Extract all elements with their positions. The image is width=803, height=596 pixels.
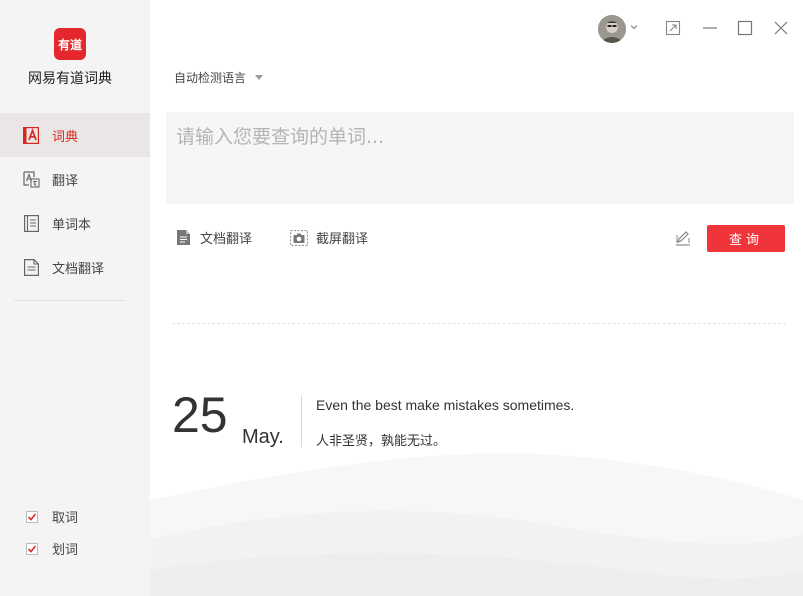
handwriting-icon[interactable] — [674, 229, 692, 247]
content-divider — [172, 323, 786, 324]
select-word-label: 划词 — [52, 543, 79, 558]
sidebar-item-document-translate[interactable]: 文档翻译 — [0, 245, 150, 289]
app-logo: 有道 — [54, 28, 86, 60]
camera-icon — [290, 229, 308, 247]
doc-translate-label: 文档翻译 — [200, 232, 253, 247]
sidebar: 有道 网易有道词典 词典 翻译 单词本 文档翻译 取词 划词 — [0, 0, 150, 596]
minimize-button[interactable] — [701, 19, 719, 37]
document-translate-icon — [22, 258, 40, 276]
close-icon — [774, 21, 788, 35]
caret-down-icon — [255, 75, 264, 80]
dictionary-icon — [22, 126, 40, 144]
search-input[interactable] — [166, 112, 794, 204]
pin-button[interactable] — [664, 19, 682, 37]
daily-quote-chinese[interactable]: 人非圣贤，孰能无过。 — [316, 430, 446, 449]
quote-divider — [301, 395, 302, 447]
minimize-icon — [703, 27, 717, 29]
sidebar-item-wordbook[interactable]: 单词本 — [0, 201, 150, 245]
query-button[interactable]: 查询 — [707, 225, 785, 252]
maximize-icon — [737, 20, 753, 36]
screenshot-translate-button[interactable]: 截屏翻译 — [290, 228, 368, 247]
sidebar-item-dictionary[interactable]: 词典 — [0, 113, 150, 157]
checkmark-icon — [26, 542, 38, 555]
daily-date-day: 25 — [172, 387, 228, 443]
screenshot-translate-label: 截屏翻译 — [316, 232, 369, 247]
language-select[interactable]: 自动检测语言 — [174, 69, 264, 86]
language-select-label: 自动检测语言 — [174, 71, 247, 85]
sidebar-item-translate[interactable]: 翻译 — [0, 157, 150, 201]
chevron-down-icon[interactable] — [629, 22, 639, 32]
sidebar-item-label: 文档翻译 — [52, 261, 105, 277]
capture-word-label: 取词 — [52, 511, 79, 526]
maximize-button[interactable] — [736, 19, 754, 37]
sidebar-divider — [14, 300, 126, 301]
sidebar-item-label: 单词本 — [52, 217, 92, 233]
close-button[interactable] — [772, 19, 790, 37]
daily-date-month: May. — [242, 426, 284, 448]
select-word-checkbox[interactable]: 划词 — [26, 539, 78, 558]
sidebar-item-label: 翻译 — [52, 173, 79, 189]
pin-icon — [665, 20, 681, 36]
capture-word-checkbox[interactable]: 取词 — [26, 507, 78, 526]
document-icon — [174, 229, 192, 247]
daily-quote-english[interactable]: Even the best make mistakes sometimes. — [316, 397, 574, 413]
wordbook-icon — [22, 214, 40, 232]
sidebar-nav: 词典 翻译 单词本 文档翻译 — [0, 113, 150, 289]
app-name: 网易有道词典 — [28, 71, 112, 87]
checkmark-icon — [26, 510, 38, 523]
doc-translate-button[interactable]: 文档翻译 — [174, 228, 252, 247]
user-avatar[interactable] — [598, 15, 626, 43]
background-waves — [150, 453, 803, 596]
translate-icon — [22, 170, 40, 188]
sidebar-item-label: 词典 — [52, 129, 79, 145]
